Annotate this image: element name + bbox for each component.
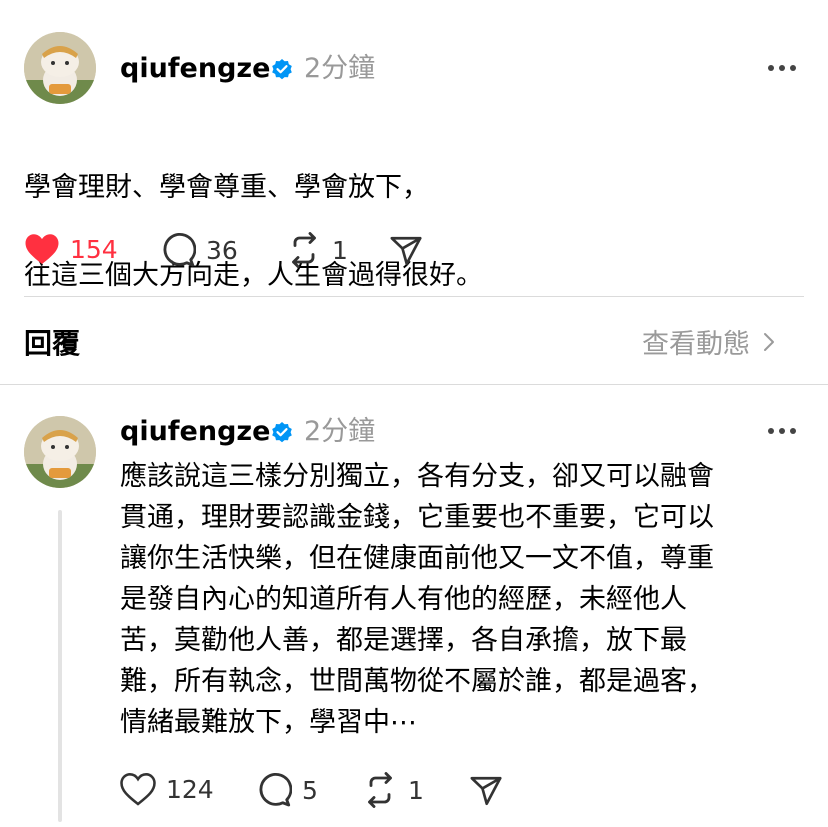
repost-icon: [292, 232, 316, 268]
divider: [0, 384, 828, 385]
heart-filled-icon: [25, 234, 59, 264]
more-options-icon[interactable]: [767, 64, 797, 72]
comment-icon: [259, 772, 292, 807]
divider: [24, 296, 804, 297]
like-count: 154: [70, 234, 118, 264]
post-avatar[interactable]: [24, 32, 96, 104]
repost-icon: [368, 772, 392, 808]
replies-heading: 回覆: [24, 327, 81, 360]
comment-count: 36: [206, 235, 238, 265]
heart-outline-icon: [120, 773, 156, 806]
chevron-right-icon: [764, 332, 774, 351]
like-button[interactable]: 124: [120, 772, 214, 806]
view-activity-link[interactable]: 查看動態: [642, 322, 776, 361]
verified-badge-icon: [272, 422, 292, 443]
repost-button[interactable]: 1: [362, 772, 424, 808]
reply-text: 應該說這三樣分別獨立，各有分支，卻又可以融會 貫通，理財要認識金錢，它重要也不重…: [120, 461, 714, 738]
comment-button[interactable]: 5: [256, 772, 318, 808]
view-activity-label: 查看動態: [642, 329, 750, 360]
like-button[interactable]: 154: [24, 232, 118, 266]
post-timestamp: 2分鐘: [304, 53, 376, 84]
repost-count: 1: [332, 235, 348, 265]
verified-badge-icon: [272, 59, 292, 80]
more-options-icon[interactable]: [767, 427, 797, 435]
comment-button[interactable]: 36: [160, 232, 238, 268]
repost-button[interactable]: 1: [286, 232, 348, 268]
thread-line: [58, 510, 62, 822]
post-username[interactable]: qiufengze: [120, 52, 270, 86]
repost-count: 1: [408, 775, 424, 805]
reply-username[interactable]: qiufengze: [120, 415, 270, 449]
post-text-line: 學會理財、學會尊重、學會放下，: [24, 172, 429, 203]
reply-timestamp: 2分鐘: [304, 416, 376, 447]
comment-icon: [163, 232, 196, 267]
like-count: 124: [166, 774, 214, 804]
reply-avatar[interactable]: [24, 416, 96, 488]
comment-count: 5: [302, 775, 318, 805]
share-send-icon[interactable]: [468, 774, 504, 808]
share-send-icon[interactable]: [388, 234, 424, 268]
